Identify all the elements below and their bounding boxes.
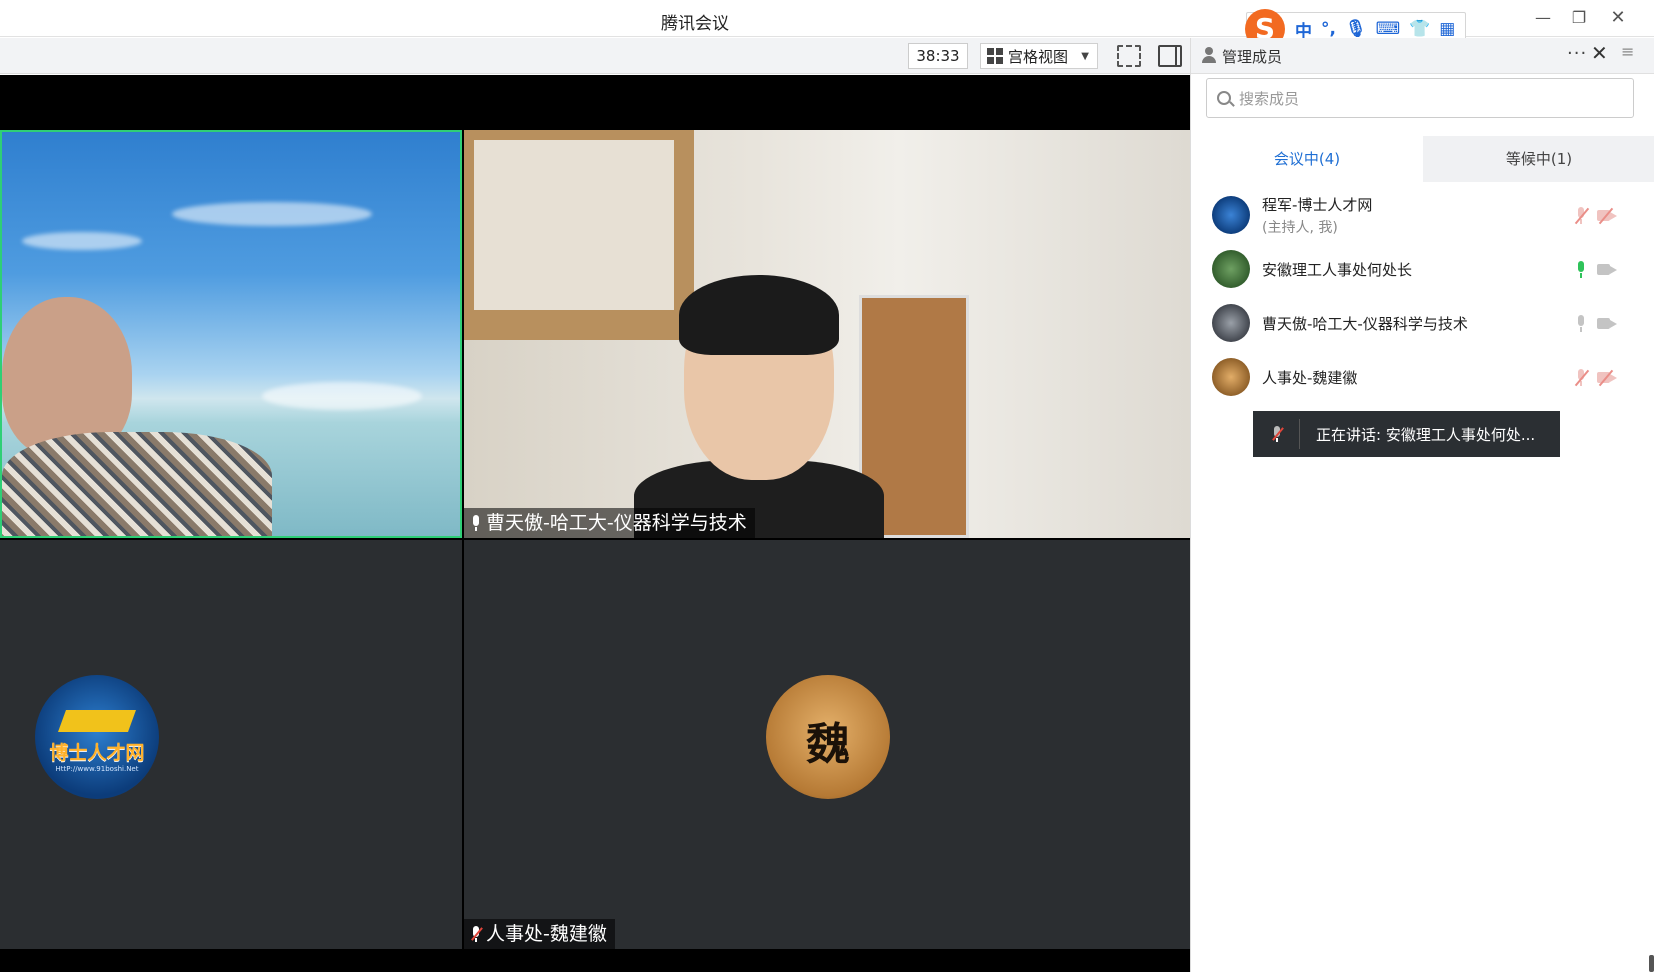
ime-punctuation[interactable]: °, bbox=[1321, 19, 1336, 39]
restore-icon[interactable]: ❐ bbox=[1566, 6, 1592, 30]
member-row[interactable]: 安徽理工人事处何处长 bbox=[1191, 242, 1654, 296]
scrollbar[interactable] bbox=[1649, 955, 1654, 972]
participant-shirt bbox=[2, 432, 272, 536]
avatar-tile-host[interactable]: 博士人才网 HttP://www.91boshi.Net bbox=[0, 540, 462, 949]
video-tile-host[interactable] bbox=[0, 130, 462, 538]
avatar bbox=[1212, 358, 1250, 396]
member-name: 曹天傲-哈工大-仪器科学与技术 bbox=[1262, 314, 1468, 333]
participant-name: 曹天傲-哈工大-仪器科学与技术 bbox=[486, 512, 747, 534]
participant-name-tag: 人事处-魏建徽 bbox=[464, 919, 615, 949]
cloud bbox=[262, 382, 422, 410]
avatar-logo-url: HttP://www.91boshi.Net bbox=[55, 764, 139, 773]
member-row[interactable]: 曹天傲-哈工大-仪器科学与技术 bbox=[1191, 296, 1654, 350]
member-search-input[interactable]: 搜索成员 bbox=[1206, 78, 1634, 118]
search-placeholder: 搜索成员 bbox=[1239, 89, 1300, 108]
graduation-cap-icon bbox=[57, 709, 137, 732]
wei-seal-avatar: 魏 bbox=[766, 675, 890, 799]
search-icon bbox=[1217, 91, 1231, 105]
view-mode-label: 宫格视图 bbox=[1008, 47, 1069, 66]
member-row[interactable]: 人事处-魏建徽 bbox=[1191, 350, 1654, 404]
video-grid: 曹天傲-哈工大-仪器科学与技术 博士人才网 HttP://www.91boshi… bbox=[0, 75, 1190, 972]
ime-mic-icon[interactable]: 🎙 bbox=[1345, 19, 1367, 39]
mic-muted-icon[interactable] bbox=[1573, 207, 1590, 225]
avatar-seal-text: 魏 bbox=[806, 719, 850, 770]
minimize-icon[interactable]: — bbox=[1530, 6, 1556, 30]
mic-icon[interactable] bbox=[1573, 315, 1589, 332]
camera-off-icon[interactable] bbox=[1597, 207, 1617, 225]
view-mode-dropdown[interactable]: 宫格视图 ▼ bbox=[980, 43, 1098, 69]
avatar-tile-participant[interactable]: 魏 人事处-魏建徽 bbox=[464, 540, 1190, 949]
participant-hair bbox=[679, 275, 839, 355]
cloud bbox=[172, 202, 372, 226]
tab-waiting[interactable]: 等候中(1) bbox=[1423, 136, 1654, 182]
side-panel-toggle-icon[interactable] bbox=[1158, 45, 1182, 67]
window-title: 腾讯会议 bbox=[661, 14, 729, 34]
member-list: 程军-博士人才网 (主持人, 我) 安徽理工人事处何处长 曹天傲-哈工大-仪器科… bbox=[1191, 188, 1654, 404]
avatar bbox=[1212, 304, 1250, 342]
mic-icon bbox=[470, 514, 482, 532]
participant-name: 人事处-魏建徽 bbox=[486, 923, 607, 945]
camera-icon[interactable] bbox=[1597, 315, 1617, 332]
mic-on-icon[interactable] bbox=[1573, 261, 1589, 278]
close-panel-icon[interactable]: ✕ bbox=[1591, 41, 1608, 65]
avatar bbox=[1212, 250, 1250, 288]
speaking-indicator: 正在讲话: 安徽理工人事处何处... bbox=[1253, 411, 1560, 457]
member-name: 程军-博士人才网 bbox=[1262, 195, 1373, 214]
mic-muted-icon bbox=[470, 925, 483, 943]
member-panel: 管理成员 ··· ✕ ≡ 搜索成员 会议中(4) 等候中(1) 程军-博士人才网… bbox=[1190, 38, 1654, 972]
bottom-bar bbox=[0, 949, 1190, 972]
video-tile-participant[interactable]: 曹天傲-哈工大-仪器科学与技术 bbox=[464, 130, 1190, 538]
avatar-logo-text: 博士人才网 bbox=[49, 741, 145, 764]
member-name: 人事处-魏建徽 bbox=[1262, 368, 1358, 387]
participant-name-tag: 曹天傲-哈工大-仪器科学与技术 bbox=[464, 508, 755, 538]
tab-in-meeting[interactable]: 会议中(4) bbox=[1191, 136, 1423, 182]
meeting-toolbar: 38:33 宫格视图 ▼ bbox=[0, 38, 1190, 74]
member-name: 安徽理工人事处何处长 bbox=[1262, 260, 1413, 279]
meeting-timer: 38:33 bbox=[908, 43, 968, 69]
member-tabs: 会议中(4) 等候中(1) bbox=[1191, 136, 1654, 182]
ime-keyboard-icon[interactable]: ⌨ bbox=[1376, 19, 1401, 39]
boshi-logo-avatar: 博士人才网 HttP://www.91boshi.Net bbox=[35, 675, 159, 799]
ime-apps-icon[interactable]: ▦ bbox=[1439, 19, 1455, 39]
cloud bbox=[22, 232, 142, 250]
menu-icon[interactable]: ≡ bbox=[1621, 42, 1634, 61]
divider bbox=[1299, 419, 1300, 449]
camera-icon[interactable] bbox=[1597, 261, 1617, 278]
panel-header: 管理成员 ··· ✕ ≡ bbox=[1191, 38, 1654, 74]
member-row[interactable]: 程军-博士人才网 (主持人, 我) bbox=[1191, 188, 1654, 242]
member-role: (主持人, 我) bbox=[1262, 219, 1338, 236]
more-options-icon[interactable]: ··· bbox=[1567, 43, 1587, 64]
panel-title: 管理成员 bbox=[1222, 48, 1283, 66]
user-icon bbox=[1201, 47, 1217, 63]
avatar bbox=[1212, 196, 1250, 234]
mic-muted-icon[interactable] bbox=[1573, 369, 1590, 387]
ime-skin-icon[interactable]: 👕 bbox=[1409, 19, 1430, 39]
chevron-down-icon: ▼ bbox=[1081, 50, 1089, 62]
mic-muted-icon bbox=[1271, 425, 1284, 443]
grid-view-icon bbox=[987, 48, 1003, 64]
fullscreen-icon[interactable] bbox=[1117, 45, 1141, 67]
speaking-text: 正在讲话: 安徽理工人事处何处... bbox=[1316, 425, 1536, 444]
camera-off-icon[interactable] bbox=[1597, 369, 1617, 387]
shelf bbox=[464, 130, 694, 340]
close-icon[interactable]: ✕ bbox=[1605, 6, 1631, 30]
